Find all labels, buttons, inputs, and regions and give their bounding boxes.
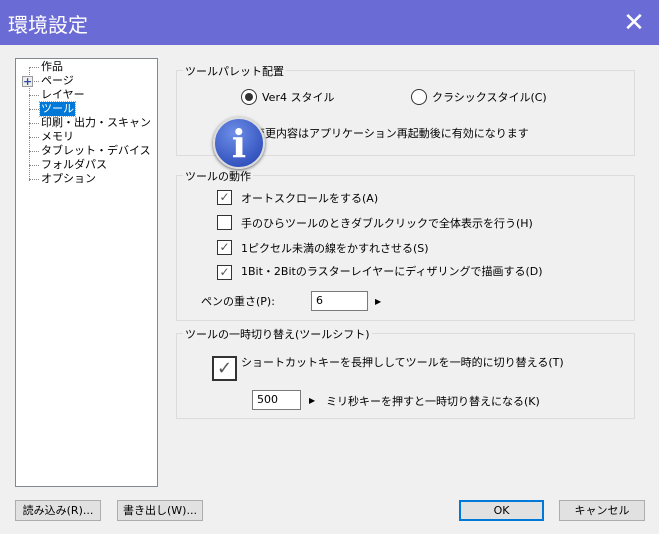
checkbox-label: オートスクロールをする(A) xyxy=(241,192,379,205)
tree-item-tablet[interactable]: タブレット・デバイス xyxy=(40,144,152,158)
tree-item-option[interactable]: オプション xyxy=(40,172,97,186)
tree-line xyxy=(29,165,39,166)
tree-item-layer[interactable]: レイヤー xyxy=(40,88,86,102)
checkbox-label: 手のひらツールのときダブルクリックで全体表示を行う(H) xyxy=(241,217,533,230)
tree-line xyxy=(29,151,39,152)
tree-line xyxy=(29,67,39,68)
expand-icon[interactable]: + xyxy=(22,76,33,87)
radio-label: Ver4 スタイル xyxy=(262,91,335,104)
export-button[interactable]: 書き出し(W)... xyxy=(117,500,203,521)
category-tree[interactable]: + 作品 ページ レイヤー ツール 印刷・出力・スキャン メモリ タブレット・デ… xyxy=(15,58,158,487)
radio-button[interactable] xyxy=(411,89,427,105)
dither-checkbox[interactable]: ✓ xyxy=(217,265,232,280)
checkbox-label: 1Bit・2Bitのラスターレイヤーにディザリングで描画する(D) xyxy=(241,265,543,278)
hand-tool-checkbox[interactable] xyxy=(217,215,232,230)
tree-item-page[interactable]: ページ xyxy=(40,74,75,88)
group-title: ツールの一時切り替え(ツールシフト) xyxy=(183,326,372,342)
ms-arrow-icon[interactable]: ▶ xyxy=(309,396,315,405)
notice-text: 変更内容はアプリケーション再起動後に有効になります xyxy=(254,127,529,140)
toolshift-checkbox[interactable]: ✓ xyxy=(212,356,237,381)
info-icon: i xyxy=(213,117,265,169)
radio-ver4[interactable]: Ver4 スタイル xyxy=(241,89,334,105)
checkbox-label: 1ピクセル未満の線をかすれさせる(S) xyxy=(241,242,429,255)
tree-item-tool[interactable]: ツール xyxy=(39,101,76,117)
close-button[interactable]: ✕ xyxy=(609,0,659,45)
ms-label: ミリ秒キーを押すと一時切り替えになる(K) xyxy=(326,395,540,408)
pen-weight-label: ペンの重さ(P): xyxy=(201,295,275,308)
tree-line xyxy=(29,95,39,96)
tree-line xyxy=(29,109,39,110)
tree-line xyxy=(29,137,39,138)
tree-item-print[interactable]: 印刷・出力・スキャン xyxy=(40,116,152,130)
tree-item-memory[interactable]: メモリ xyxy=(40,130,75,144)
behavior-group: ツールの動作 ✓ オートスクロールをする(A) 手のひらツールのときダブルクリッ… xyxy=(176,168,635,321)
title-bar: 環境設定 ✕ xyxy=(0,0,659,45)
window-title: 環境設定 xyxy=(8,13,88,37)
ms-input[interactable]: 500 xyxy=(252,390,301,410)
toolshift-group: ツールの一時切り替え(ツールシフト) ✓ ショートカットキーを長押ししてツールを… xyxy=(176,326,635,419)
pen-weight-input[interactable]: 6 xyxy=(311,291,368,311)
autoscroll-checkbox[interactable]: ✓ xyxy=(217,190,232,205)
checkbox-label: ショートカットキーを長押ししてツールを一時的に切り替える(T) xyxy=(241,356,564,369)
tree-line xyxy=(29,123,39,124)
tree-line xyxy=(29,179,39,180)
tree-item-works[interactable]: 作品 xyxy=(40,60,64,74)
radio-button[interactable] xyxy=(241,89,257,105)
cancel-button[interactable]: キャンセル xyxy=(559,500,645,521)
radio-classic[interactable]: クラシックスタイル(C) xyxy=(411,89,547,105)
load-button[interactable]: 読み込み(R)... xyxy=(15,500,101,521)
thin-line-checkbox[interactable]: ✓ xyxy=(217,240,232,255)
ok-button[interactable]: OK xyxy=(459,500,544,521)
tree-item-folder[interactable]: フォルダパス xyxy=(40,158,108,172)
group-title: ツールの動作 xyxy=(183,168,253,184)
pen-weight-arrow-icon[interactable]: ▶ xyxy=(375,297,381,306)
group-title: ツールパレット配置 xyxy=(183,63,286,79)
radio-label: クラシックスタイル(C) xyxy=(432,91,547,104)
